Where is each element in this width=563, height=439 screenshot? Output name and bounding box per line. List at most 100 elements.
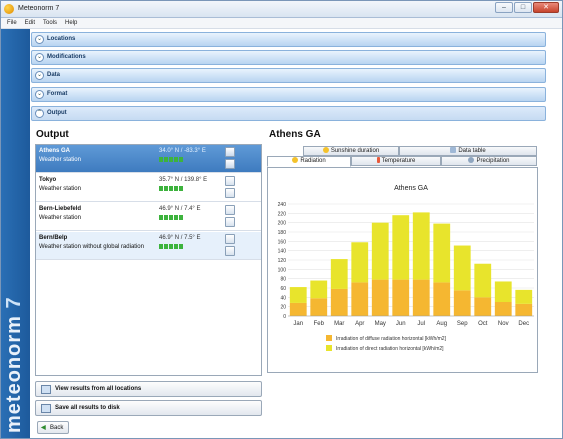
menu-file[interactable]: File (7, 18, 17, 28)
bar-direct (412, 212, 430, 280)
selected-location-title: Athens GA (269, 129, 321, 140)
tab-label: Radiation (300, 158, 326, 164)
location-name: Bern/Belp (39, 235, 68, 241)
bar-direct (433, 223, 451, 283)
location-row[interactable]: Bern/Belp Weather station without global… (36, 232, 261, 260)
window-title: Meteonorm 7 (18, 5, 60, 12)
quality-bars-icon (159, 244, 183, 249)
map-icon[interactable] (225, 147, 235, 157)
back-arrow-icon: ◀ (41, 425, 46, 431)
map-icon[interactable] (225, 176, 235, 186)
title-bar: Meteonorm 7 – □ ✕ (1, 1, 562, 18)
save-icon[interactable] (225, 217, 235, 227)
save-icon[interactable] (225, 246, 235, 256)
view-all-results-button[interactable]: View results from all locations (35, 381, 262, 397)
bar-direct (515, 289, 533, 304)
chevron-down-icon: ⌄ (35, 90, 44, 99)
x-tick-label: Aug (436, 321, 447, 327)
y-tick-label: 80 (280, 277, 286, 283)
location-type: Weather station (39, 186, 81, 192)
location-name: Tokyo (39, 177, 57, 183)
y-tick-label: 60 (280, 286, 286, 292)
button-label: Save all results to disk (55, 405, 120, 411)
location-row[interactable]: Bern-Liebefeld Weather station 46.9° N /… (36, 203, 261, 231)
location-name: Athens GA (39, 148, 71, 154)
bar-diffuse (515, 303, 533, 316)
x-tick-label: Mar (334, 321, 344, 327)
section-format[interactable]: ⌄ Format (31, 87, 546, 102)
disk-icon (41, 404, 51, 413)
map-icon[interactable] (225, 234, 235, 244)
tab-temperature[interactable]: Temperature (351, 156, 441, 166)
save-icon[interactable] (225, 188, 235, 198)
section-label: Locations (47, 36, 76, 42)
x-tick-label: Feb (314, 321, 325, 327)
section-label: Modifications (47, 54, 86, 60)
y-tick-label: 180 (278, 230, 287, 236)
save-icon[interactable] (225, 159, 235, 169)
view-icon (41, 385, 51, 394)
y-tick-label: 160 (278, 239, 287, 245)
quality-bars-icon (159, 157, 183, 162)
button-label: View results from all locations (55, 386, 142, 392)
save-all-results-button[interactable]: Save all results to disk (35, 400, 262, 416)
location-name: Bern-Liebefeld (39, 206, 82, 212)
section-modifications[interactable]: ⌄ Modifications (31, 50, 546, 65)
back-button[interactable]: ◀ Back (37, 421, 69, 434)
bar-diffuse (371, 279, 389, 316)
section-locations[interactable]: ⌄ Locations (31, 32, 546, 47)
bar-direct (371, 222, 389, 280)
tab-label: Sunshine duration (330, 148, 380, 154)
brand-name: meteonorm (3, 315, 25, 433)
location-list: Athens GA Weather station 34.0° N / -83.… (35, 144, 262, 376)
location-coordinates: 46.9° N / 7.4° E (159, 206, 201, 212)
location-coordinates: 35.7° N / 139.8° E (159, 177, 208, 183)
map-icon[interactable] (225, 205, 235, 215)
bar-direct (351, 242, 369, 283)
tab-label: Data table (458, 148, 486, 154)
chevron-down-icon: ⌄ (35, 53, 44, 62)
window-controls: – □ ✕ (495, 2, 559, 13)
section-label: Format (47, 91, 68, 97)
tab-sunshine-duration[interactable]: Sunshine duration (303, 146, 399, 156)
menu-tools[interactable]: Tools (43, 18, 57, 28)
y-tick-label: 240 (278, 202, 287, 208)
menu-edit[interactable]: Edit (25, 18, 35, 28)
bar-diffuse (392, 279, 410, 316)
bar-diffuse (494, 302, 512, 316)
sun-icon (322, 147, 329, 153)
tab-data-table[interactable]: Data table (399, 146, 537, 156)
chart-panel: Athens GA 0 20 40 60 80 100 120 140 160 180 200 220 2… (267, 167, 538, 373)
close-button[interactable]: ✕ (533, 2, 559, 13)
y-tick-label: 200 (278, 221, 287, 227)
minimize-button[interactable]: – (495, 2, 513, 13)
bar-diffuse (289, 302, 307, 316)
section-data[interactable]: ⌄ Data (31, 68, 546, 83)
x-tick-label: May (375, 321, 386, 327)
y-tick-label: 20 (280, 305, 286, 311)
brand-sidebar: meteonorm 7 (1, 29, 30, 438)
maximize-button[interactable]: □ (514, 2, 532, 13)
location-coordinates: 34.0° N / -83.3° E (159, 148, 206, 154)
menu-help[interactable]: Help (65, 18, 77, 28)
location-row[interactable]: Athens GA Weather station 34.0° N / -83.… (36, 145, 261, 173)
x-tick-label: Apr (355, 321, 364, 327)
brand-version: 7 (3, 296, 25, 309)
tab-precipitation[interactable]: Precipitation (441, 156, 537, 166)
tab-radiation[interactable]: Radiation (267, 156, 351, 167)
y-tick-label: 0 (283, 314, 286, 320)
bar-diffuse (433, 282, 451, 316)
location-type: Weather station (39, 215, 81, 221)
bar-diffuse (351, 282, 369, 316)
result-tabs: Sunshine duration Data table Radiation T… (267, 146, 538, 168)
chevron-down-icon: ⌄ (35, 71, 44, 80)
quality-bars-icon (159, 186, 183, 191)
y-tick-label: 140 (278, 249, 287, 255)
legend-label: Irradiation of direct radiation horizont… (336, 346, 444, 352)
bar-diffuse (412, 279, 430, 316)
output-title: Output (36, 129, 69, 140)
bar-direct (474, 263, 492, 298)
location-row[interactable]: Tokyo Weather station 35.7° N / 139.8° E (36, 174, 261, 202)
section-output[interactable]: ⌃ Output (31, 106, 546, 121)
tab-label: Precipitation (476, 158, 510, 164)
